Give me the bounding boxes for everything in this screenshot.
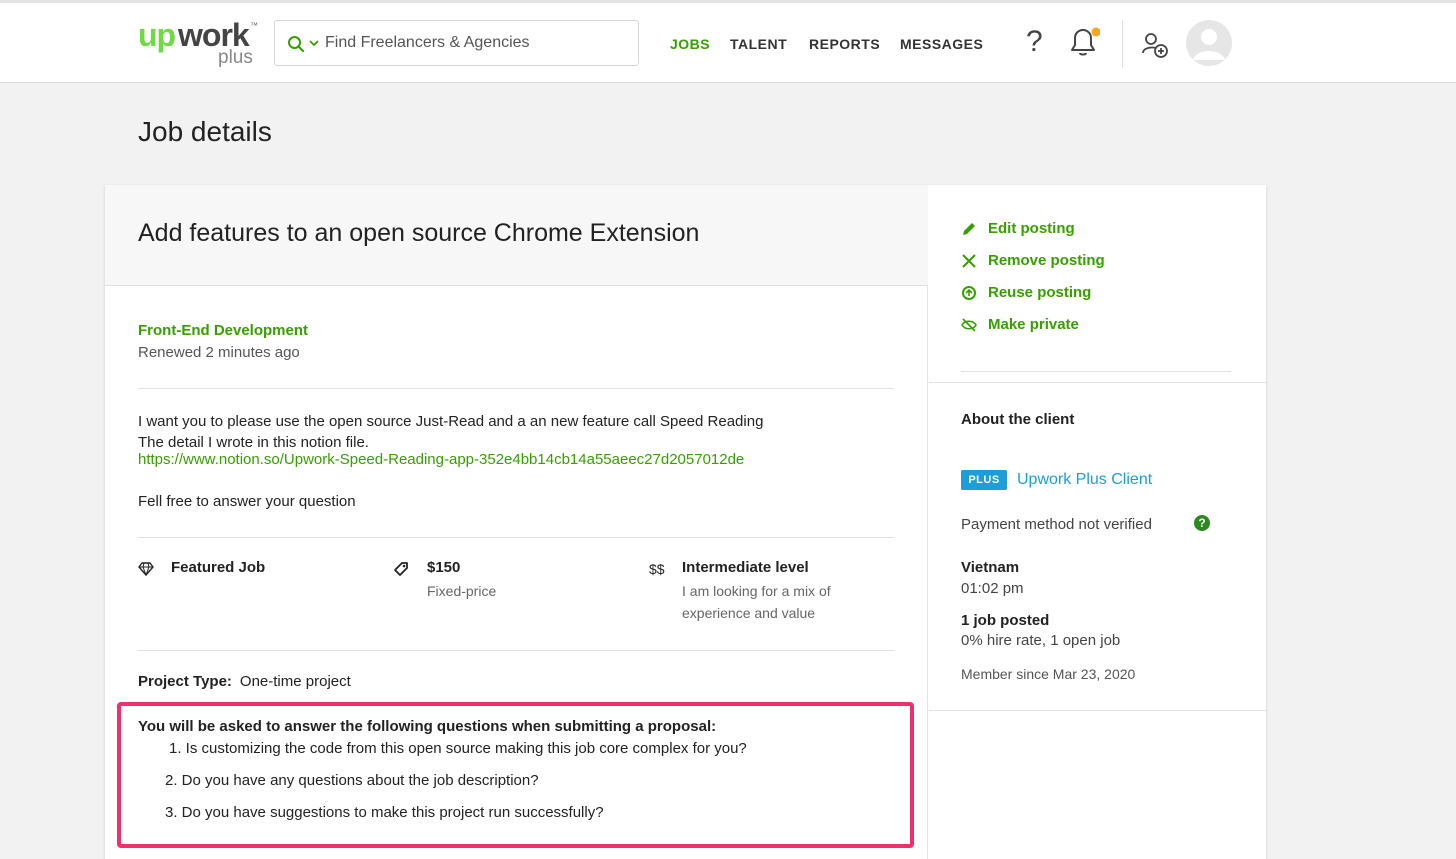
sidebar-divider bbox=[961, 371, 1231, 372]
job-price: $150 Fixed-price bbox=[427, 559, 496, 602]
nav-talent[interactable]: TALENT bbox=[730, 36, 787, 52]
help-circle-icon[interactable]: ? bbox=[1194, 515, 1210, 531]
question-item: 1. Is customizing the code from this ope… bbox=[169, 740, 747, 757]
search-icon[interactable] bbox=[287, 35, 305, 53]
level-dollar-icon: $$ bbox=[649, 561, 665, 577]
close-icon[interactable] bbox=[961, 253, 977, 269]
featured-job-label: Featured Job bbox=[171, 559, 266, 576]
bell-icon[interactable] bbox=[1066, 25, 1100, 59]
search-box[interactable] bbox=[274, 20, 639, 66]
price-tag-icon bbox=[394, 562, 408, 576]
sidebar-section-divider bbox=[929, 710, 1266, 711]
description-line-3: Fell free to answer your question bbox=[138, 493, 356, 510]
featured-job: Featured Job bbox=[171, 559, 265, 576]
logo-plus-text: plus bbox=[218, 47, 253, 68]
sidebar-section-divider bbox=[929, 382, 1266, 383]
job-main-column: Add features to an open source Chrome Ex… bbox=[105, 185, 928, 859]
question-item: 2. Do you have any questions about the j… bbox=[165, 772, 539, 789]
upwork-plus-logo[interactable]: up work ™ plus bbox=[138, 17, 258, 73]
experience-level: Intermediate level I am looking for a mi… bbox=[682, 559, 831, 624]
project-type-label: Project Type: bbox=[138, 673, 232, 690]
client-country: Vietnam bbox=[961, 559, 1020, 576]
questions-heading: You will be asked to answer the followin… bbox=[138, 718, 717, 735]
logo-up-text: up bbox=[138, 17, 176, 53]
reuse-icon[interactable] bbox=[961, 285, 977, 301]
about-client-heading: About the client bbox=[961, 411, 1075, 428]
divider bbox=[138, 388, 894, 389]
nav-jobs[interactable]: JOBS bbox=[670, 36, 710, 52]
level-desc-line-1: I am looking for a mix of bbox=[682, 583, 831, 599]
jobs-posted: 1 job posted bbox=[961, 612, 1050, 629]
plus-client-link[interactable]: Upwork Plus Client bbox=[1017, 471, 1152, 489]
job-title: Add features to an open source Chrome Ex… bbox=[138, 219, 700, 247]
logo-tm: ™ bbox=[250, 21, 258, 30]
chevron-down-icon[interactable] bbox=[308, 37, 320, 49]
plus-badge: PLUS bbox=[961, 470, 1007, 490]
level-desc: I am looking for a mix of experience and… bbox=[682, 580, 831, 624]
search-input[interactable] bbox=[325, 31, 625, 55]
renewed-time: Renewed 2 minutes ago bbox=[138, 344, 300, 361]
nav-reports[interactable]: REPORTS bbox=[809, 36, 880, 52]
private-icon[interactable] bbox=[961, 317, 977, 333]
price-value: $150 bbox=[427, 559, 461, 576]
job-category-link[interactable]: Front-End Development bbox=[138, 322, 308, 339]
pencil-icon[interactable] bbox=[961, 221, 977, 237]
job-description: I want you to please use the open source… bbox=[138, 411, 763, 453]
reuse-posting-link[interactable]: Reuse posting bbox=[988, 284, 1091, 301]
diamond-icon bbox=[138, 562, 154, 576]
user-silhouette-icon bbox=[1193, 29, 1225, 60]
job-title-band: Add features to an open source Chrome Ex… bbox=[105, 185, 928, 286]
nav-messages[interactable]: MESSAGES bbox=[900, 36, 983, 52]
page-title: Job details bbox=[138, 116, 272, 147]
remove-posting-link[interactable]: Remove posting bbox=[988, 252, 1105, 269]
edit-posting-link[interactable]: Edit posting bbox=[988, 220, 1075, 237]
description-line-2: The detail I wrote in this notion file. bbox=[138, 434, 369, 451]
project-type-value: One-time project bbox=[239, 673, 351, 690]
avatar[interactable] bbox=[1186, 20, 1232, 66]
level-desc-line-2: experience and value bbox=[682, 605, 816, 621]
divider bbox=[138, 650, 894, 651]
job-details-card: Add features to an open source Chrome Ex… bbox=[105, 185, 1266, 859]
member-since: Member since Mar 23, 2020 bbox=[961, 666, 1136, 682]
divider bbox=[138, 537, 894, 538]
question-item: 3. Do you have suggestions to make this … bbox=[165, 804, 604, 821]
hire-rate: 0% hire rate, 1 open job bbox=[961, 632, 1121, 649]
price-type: Fixed-price bbox=[427, 583, 497, 599]
payment-status: Payment method not verified bbox=[961, 516, 1152, 533]
make-private-link[interactable]: Make private bbox=[988, 316, 1079, 333]
header-divider bbox=[1122, 20, 1123, 68]
description-line-1: I want you to please use the open source… bbox=[138, 413, 764, 430]
project-type: Project Type: One-time project bbox=[138, 673, 351, 690]
client-local-time: 01:02 pm bbox=[961, 580, 1024, 597]
top-header: up work ™ plus JOBS TALENT REPORTS MESSA… bbox=[0, 3, 1456, 83]
help-icon[interactable]: ? bbox=[1026, 25, 1043, 59]
add-user-icon[interactable] bbox=[1141, 31, 1169, 59]
notion-link[interactable]: https://www.notion.so/Upwork-Speed-Readi… bbox=[138, 451, 744, 468]
level-title: Intermediate level bbox=[682, 559, 809, 576]
